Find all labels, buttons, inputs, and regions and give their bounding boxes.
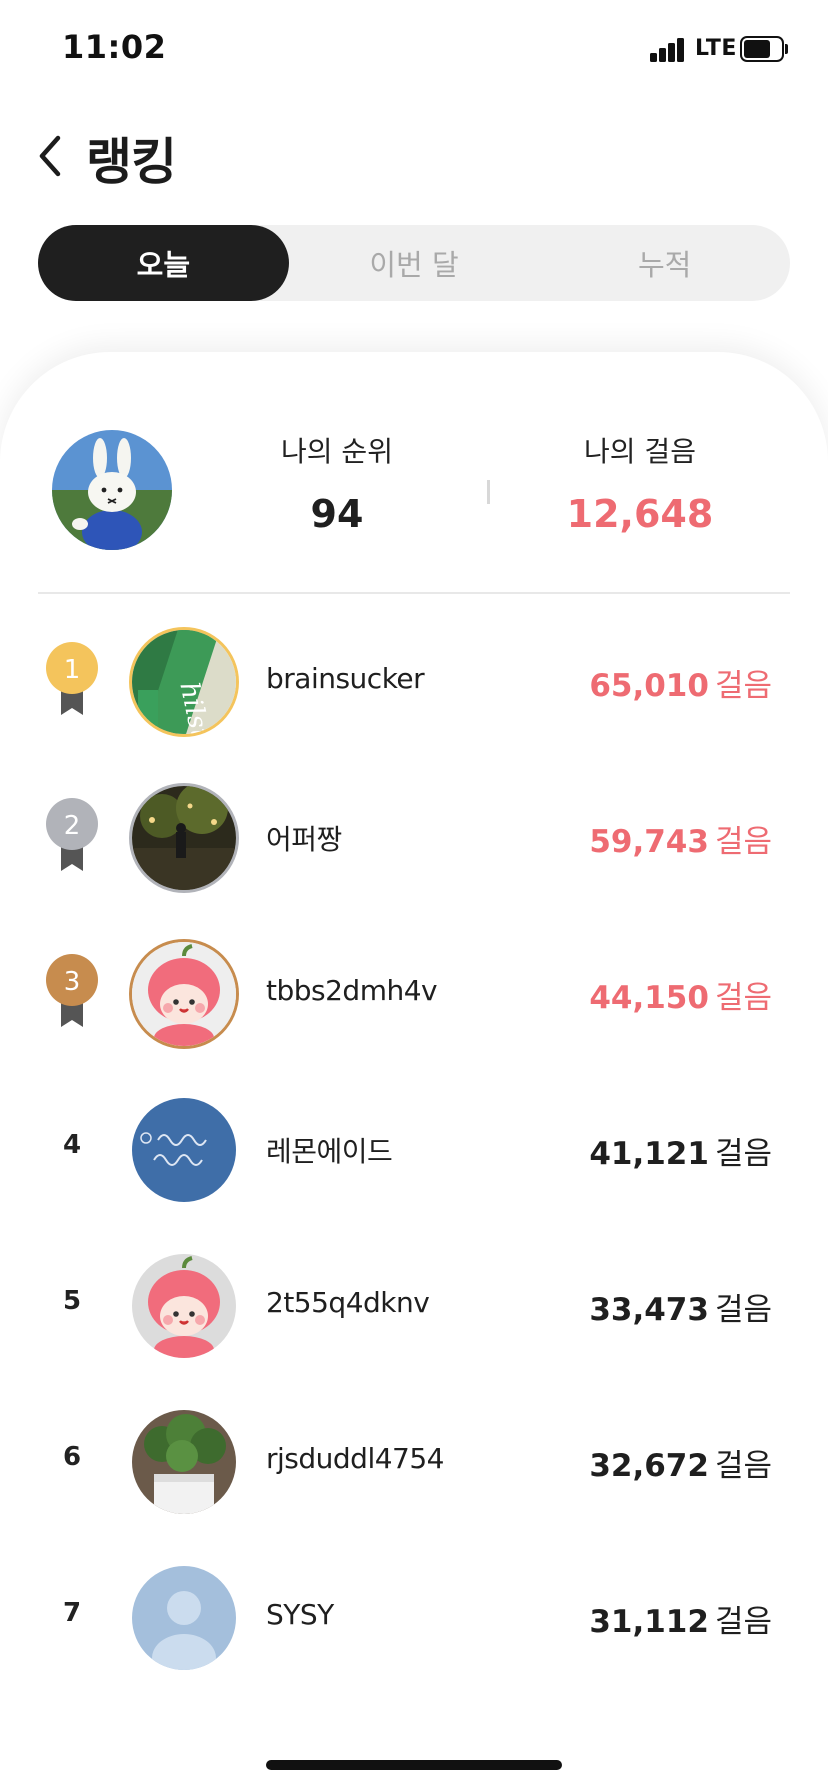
- my-steps: 나의 걸음 12,648: [520, 430, 760, 536]
- user-name: brainsucker: [266, 662, 425, 695]
- back-button[interactable]: [30, 128, 74, 184]
- my-rank-label: 나의 순위: [281, 435, 393, 468]
- ranking-list: 1 hilsung brainsucker 65,010 걸음 2 어퍼짱 59…: [0, 602, 828, 1694]
- ranking-row[interactable]: 2 어퍼짱 59,743 걸음: [0, 758, 828, 914]
- status-bar: 11:02 LTE: [0, 0, 828, 100]
- my-steps-value: 12,648: [566, 492, 714, 536]
- network-label: LTE: [695, 36, 737, 61]
- step-count-unit: 걸음: [714, 1604, 772, 1640]
- medal-ribbon-icon: 2: [46, 798, 98, 871]
- battery-icon: [740, 36, 788, 62]
- ranking-row[interactable]: 5 2t55q4dknv 33,473 걸음: [0, 1226, 828, 1382]
- step-count: 31,112 걸음: [589, 1596, 772, 1641]
- step-count-unit: 걸음: [714, 1136, 772, 1172]
- user-name: tbbs2dmh4v: [266, 974, 438, 1007]
- header: 랭킹: [0, 110, 828, 200]
- step-count-unit: 걸음: [714, 1448, 772, 1484]
- medal-ribbon-icon: 1: [46, 642, 98, 715]
- summary-divider: [487, 480, 490, 504]
- user-name: 2t55q4dknv: [266, 1286, 430, 1319]
- home-indicator[interactable]: [266, 1760, 562, 1770]
- tab-cumulative[interactable]: 누적: [539, 225, 790, 301]
- step-count: 33,473 걸음: [589, 1284, 772, 1329]
- user-name: SYSY: [266, 1598, 334, 1631]
- step-count-value: 44,150: [589, 980, 709, 1016]
- tab-today[interactable]: 오늘: [38, 225, 289, 301]
- status-time: 11:02: [62, 28, 167, 66]
- step-count: 65,010 걸음: [589, 660, 772, 705]
- step-count-value: 65,010: [589, 668, 709, 704]
- step-count-unit: 걸음: [714, 1292, 772, 1328]
- ranking-row[interactable]: 4 레몬에이드 41,121 걸음: [0, 1070, 828, 1226]
- step-count-unit: 걸음: [714, 824, 772, 860]
- step-count-unit: 걸음: [714, 980, 772, 1016]
- avatar[interactable]: [132, 1410, 236, 1514]
- rank-number: 6: [62, 1442, 82, 1472]
- step-count-unit: 걸음: [714, 668, 772, 704]
- rank-number: 5: [62, 1286, 82, 1316]
- ranking-row[interactable]: 3 tbbs2dmh4v 44,150 걸음: [0, 914, 828, 1070]
- ranking-row[interactable]: 7 SYSY 31,112 걸음: [0, 1538, 828, 1694]
- rank-number: 1: [64, 655, 81, 685]
- section-divider: [38, 592, 790, 594]
- rank-number: 4: [62, 1130, 82, 1160]
- user-silhouette-icon: [132, 1566, 236, 1670]
- avatar[interactable]: [132, 1566, 236, 1670]
- avatar[interactable]: hilsung: [132, 630, 236, 734]
- my-rank-value: 94: [310, 492, 364, 536]
- my-rank: 나의 순위 94: [217, 430, 457, 536]
- ranking-screen: 11:02 LTE 랭킹 오늘 이번 달 누적 나의 순위 94 나의 걸음 1…: [0, 0, 828, 1792]
- ranking-row[interactable]: 1 hilsung brainsucker 65,010 걸음: [0, 602, 828, 758]
- avatar[interactable]: [132, 1254, 236, 1358]
- step-count: 59,743 걸음: [589, 816, 772, 861]
- step-count-value: 41,121: [589, 1136, 709, 1172]
- user-name: 어퍼짱: [266, 823, 342, 856]
- my-avatar[interactable]: [52, 430, 172, 550]
- rank-number: 3: [64, 967, 81, 997]
- step-count-value: 33,473: [589, 1292, 709, 1328]
- signal-icon: [650, 38, 686, 62]
- tab-this-month[interactable]: 이번 달: [289, 225, 540, 301]
- user-name: rjsduddl4754: [266, 1442, 444, 1475]
- step-count: 32,672 걸음: [589, 1440, 772, 1485]
- chevron-left-icon: [39, 135, 61, 177]
- step-count-value: 32,672: [589, 1448, 709, 1484]
- medal-ribbon-icon: 3: [46, 954, 98, 1027]
- avatar[interactable]: [132, 786, 236, 890]
- rank-number: 7: [62, 1598, 82, 1628]
- avatar[interactable]: [132, 1098, 236, 1202]
- step-count-value: 31,112: [589, 1604, 709, 1640]
- my-steps-label: 나의 걸음: [584, 435, 696, 468]
- rank-number: 2: [64, 811, 81, 841]
- ranking-card: 나의 순위 94 나의 걸음 12,648 1 hilsung brainsuc…: [0, 352, 828, 1792]
- step-count: 41,121 걸음: [589, 1128, 772, 1173]
- step-count: 44,150 걸음: [589, 972, 772, 1017]
- page-title: 랭킹: [86, 133, 177, 191]
- user-name: 레몬에이드: [266, 1135, 393, 1168]
- ranking-row[interactable]: 6 rjsduddl4754 32,672 걸음: [0, 1382, 828, 1538]
- step-count-value: 59,743: [589, 824, 709, 860]
- avatar[interactable]: [132, 942, 236, 1046]
- period-tabs: 오늘 이번 달 누적: [38, 225, 790, 301]
